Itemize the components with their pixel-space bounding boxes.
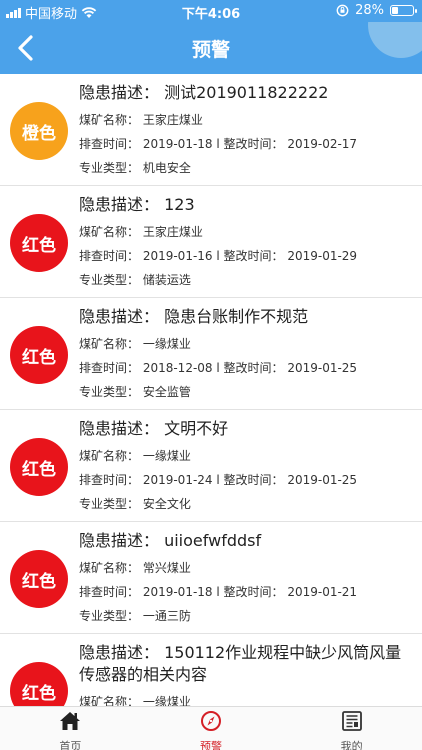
tab-bar: 首页 预警 我的 <box>0 706 422 750</box>
hazard-description: 隐患描述： 测试2019011822222 <box>79 83 329 102</box>
tab-home[interactable]: 首页 <box>0 707 141 750</box>
list-item[interactable]: 红色 隐患描述： uiioefwfddsf 煤矿名称： 常兴煤业排查时间： 2019… <box>0 522 422 634</box>
status-right: 28% <box>336 3 417 18</box>
list-item[interactable]: 红色 隐患描述： 隐患台账制作不规范煤矿名称： 一缘煤业排查时间： 2018-12… <box>0 298 422 410</box>
item-info: 隐患描述： 文明不好煤矿名称： 一缘煤业排查时间： 2019-01-24 l 整… <box>79 418 412 513</box>
profile-list-icon <box>340 710 364 736</box>
mine-name: 煤矿名称： 一缘煤业 <box>79 337 191 351</box>
specialty-type: 专业类型： 储装运选 <box>79 273 191 287</box>
mine-name: 煤矿名称： 一缘煤业 <box>79 449 191 463</box>
tab-label: 首页 <box>59 740 82 750</box>
nav-bar: 预警 <box>0 22 422 74</box>
battery-icon <box>390 5 417 16</box>
inspection-rectify-time: 排查时间： 2018-12-08 l 整改时间： 2019-01-25 <box>79 361 358 375</box>
mine-name: 煤矿名称： 常兴煤业 <box>79 561 191 575</box>
tab-mine[interactable]: 我的 <box>281 707 422 750</box>
hazard-description: 隐患描述： 文明不好 <box>79 419 229 438</box>
page-title: 预警 <box>191 39 230 61</box>
level-badge: 红色 <box>10 438 68 496</box>
orientation-lock-icon <box>336 4 349 17</box>
item-info: 隐患描述： 隐患台账制作不规范煤矿名称： 一缘煤业排查时间： 2018-12-0… <box>79 306 412 401</box>
list-item[interactable]: 红色 隐患描述： 123 煤矿名称： 王家庄煤业排查时间： 2019-01-16 l… <box>0 186 422 298</box>
hazard-description: 隐患描述： 123 <box>79 195 195 214</box>
mine-name: 煤矿名称： 一缘煤业 <box>79 695 191 706</box>
list-item[interactable]: 红色 隐患描述： 150112作业规程中缺少风筒风量传感器的相关内容煤矿名称： 一… <box>0 634 422 706</box>
list-item[interactable]: 橙色 隐患描述： 测试2019011822222 煤矿名称： 王家庄煤业排查时间： … <box>0 74 422 186</box>
hazard-description: 隐患描述： 隐患台账制作不规范 <box>79 307 309 326</box>
tab-label: 我的 <box>340 740 363 750</box>
inspection-rectify-time: 排查时间： 2019-01-18 l 整改时间： 2019-02-17 <box>79 137 358 151</box>
warning-list: 橙色 隐患描述： 测试2019011822222 煤矿名称： 王家庄煤业 排查时间： … <box>0 74 422 706</box>
level-badge: 橙色 <box>10 102 68 160</box>
specialty-type: 专业类型： 一通三防 <box>79 609 191 623</box>
item-info: 隐患描述： 测试2019011822222 煤矿名称： 王家庄煤业排查时间： 20… <box>79 82 412 177</box>
inspection-rectify-time: 排查时间： 2019-01-18 l 整改时间： 2019-01-21 <box>79 585 358 599</box>
specialty-type: 专业类型： 安全监管 <box>79 385 191 399</box>
inspection-rectify-time: 排查时间： 2019-01-24 l 整改时间： 2019-01-25 <box>79 473 358 487</box>
specialty-type: 专业类型： 机电安全 <box>79 161 191 175</box>
inspection-rectify-time: 排查时间： 2019-01-16 l 整改时间： 2019-01-29 <box>79 249 358 263</box>
item-info: 隐患描述： uiioefwfddsf 煤矿名称： 常兴煤业排查时间： 2019-0… <box>79 530 412 625</box>
tab-warning[interactable]: 预警 <box>141 707 282 750</box>
level-badge: 红色 <box>10 214 68 272</box>
mine-name: 煤矿名称： 王家庄煤业 <box>79 113 203 127</box>
home-icon <box>58 710 82 736</box>
mine-name: 煤矿名称： 王家庄煤业 <box>79 225 203 239</box>
status-bar: 中国移动 下午4:06 28% <box>0 0 422 22</box>
item-info: 隐患描述： 150112作业规程中缺少风筒风量传感器的相关内容煤矿名称： 一缘煤… <box>79 642 412 706</box>
specialty-type: 专业类型： 安全文化 <box>79 497 191 511</box>
level-badge: 红色 <box>10 550 68 608</box>
list-item[interactable]: 红色 隐患描述： 文明不好煤矿名称： 一缘煤业排查时间： 2019-01-24 l… <box>0 410 422 522</box>
hazard-description: 隐患描述： 150112作业规程中缺少风筒风量传感器的相关内容 <box>79 643 402 684</box>
hazard-description: 隐患描述： uiioefwfddsf <box>79 531 262 550</box>
level-badge: 红色 <box>10 326 68 384</box>
warning-compass-icon <box>199 710 223 736</box>
tab-label: 预警 <box>200 740 222 750</box>
battery-percent: 28% <box>355 3 384 18</box>
item-info: 隐患描述： 123 煤矿名称： 王家庄煤业排查时间： 2019-01-16 l 整… <box>79 194 412 289</box>
level-badge: 红色 <box>10 662 68 706</box>
